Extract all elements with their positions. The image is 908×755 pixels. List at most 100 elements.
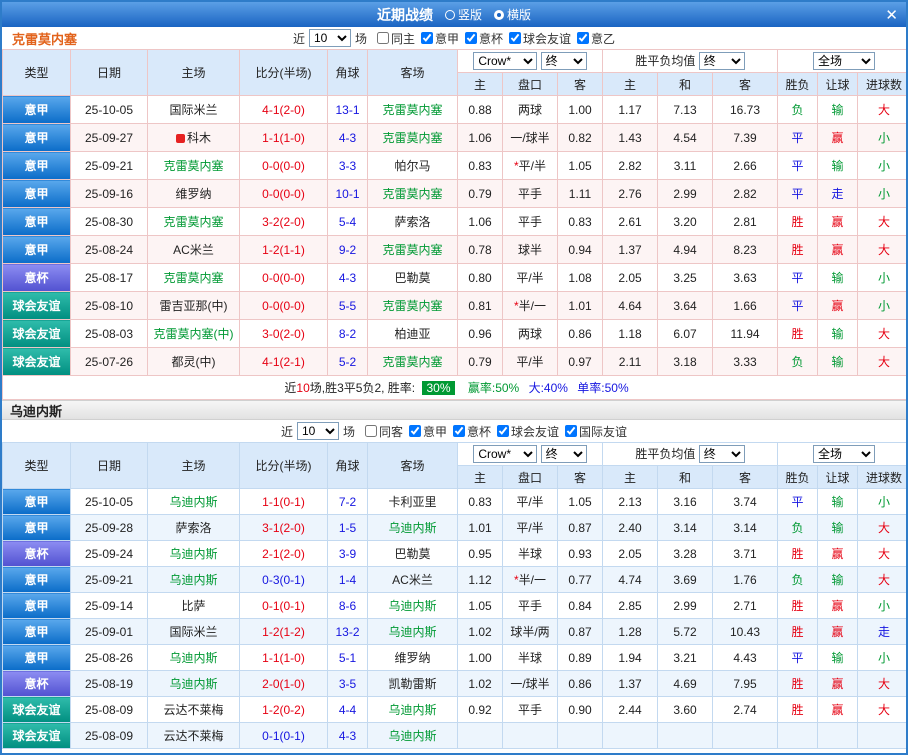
away-team-cell[interactable]: 克雷莫内塞 xyxy=(367,235,458,264)
home-team-cell[interactable]: 科木 xyxy=(147,123,240,152)
away-team-cell[interactable]: 凯勒雷斯 xyxy=(367,670,458,697)
away-team-cell[interactable]: 卡利亚里 xyxy=(367,488,458,515)
odds-company-select[interactable]: Crow* xyxy=(473,52,538,70)
filter-checkbox-item[interactable]: 意甲 xyxy=(408,423,447,440)
home-team-cell[interactable]: 云达不莱梅 xyxy=(147,696,240,723)
avg-away-odds: 3.63 xyxy=(712,263,779,292)
match-row: 球会友谊 25-08-03 克雷莫内塞(中) 3-0(2-0) 8-2 柏迪亚 0.96 两球… xyxy=(2,319,906,348)
home-team-cell[interactable]: 乌迪内斯 xyxy=(147,540,240,567)
away-team-cell[interactable]: 克雷莫内塞 xyxy=(367,179,458,208)
match-row: 意甲 25-09-27 科木 1-1(1-0) 4-3 克雷莫内塞 1.06 一/球半 0.82… xyxy=(2,123,906,152)
home-team-cell[interactable]: AC米兰 xyxy=(147,235,240,264)
filter-checkbox-item[interactable]: 意杯 xyxy=(465,30,503,47)
away-team-cell[interactable]: 乌迪内斯 xyxy=(367,722,458,749)
team-icon xyxy=(175,134,185,144)
radio-selected-icon xyxy=(494,9,504,20)
away-team-cell[interactable]: 克雷莫内塞 xyxy=(367,347,458,376)
filter-checkbox[interactable] xyxy=(565,425,578,437)
home-team-cell[interactable]: 克雷莫内塞 xyxy=(147,207,240,236)
handicap-result-subheader: 让球 xyxy=(817,72,859,96)
result-handicap: 赢 xyxy=(817,540,859,567)
home-team-cell[interactable]: 比萨 xyxy=(147,592,240,619)
filter-checkbox-item[interactable]: 意甲 xyxy=(420,30,459,47)
recent-count-select[interactable]: 10 xyxy=(296,422,339,440)
layout-radio-horizontal[interactable]: 横版 xyxy=(494,6,531,23)
filter-checkbox[interactable] xyxy=(376,32,389,44)
filter-checkbox[interactable] xyxy=(465,32,477,44)
away-team-cell[interactable]: 乌迪内斯 xyxy=(367,514,458,541)
matches-table: 类型 日期 主场 比分(半场) 角球 客场 Crow* 终 胜平负均值 终 全场… xyxy=(2,49,906,400)
avg-home-odds: 2.11 xyxy=(602,347,659,376)
home-team-cell[interactable]: 都灵(中) xyxy=(147,347,240,376)
filter-checkbox[interactable] xyxy=(497,425,510,437)
avg-home-odds xyxy=(602,722,659,749)
close-icon[interactable]: ✕ xyxy=(885,6,898,24)
handicap-final-select[interactable]: 终 xyxy=(540,52,587,70)
avg-final-select[interactable]: 终 xyxy=(698,52,745,70)
scope-select[interactable]: 全场 xyxy=(813,52,876,70)
away-team-cell[interactable]: 巴勒莫 xyxy=(367,540,458,567)
home-team-cell[interactable]: 萨索洛 xyxy=(147,514,240,541)
avg-final-select[interactable]: 终 xyxy=(698,445,745,463)
filter-checkbox[interactable] xyxy=(408,425,421,437)
away-team-cell[interactable]: 克雷莫内塞 xyxy=(367,123,458,152)
away-team-cell[interactable]: 克雷莫内塞 xyxy=(367,95,458,124)
away-team-cell[interactable]: 乌迪内斯 xyxy=(367,618,458,645)
home-team-cell[interactable]: 克雷莫内塞 xyxy=(147,151,240,180)
filter-checkbox-item[interactable]: 球会友谊 xyxy=(509,30,571,47)
filter-checkbox[interactable] xyxy=(420,32,433,44)
near-label: 近 xyxy=(280,424,293,439)
home-team-cell[interactable]: 国际米兰 xyxy=(147,618,240,645)
result-wdl: 胜 xyxy=(777,319,819,348)
filter-checkbox[interactable] xyxy=(364,425,377,437)
filter-checkbox-item[interactable]: 同客 xyxy=(364,423,403,440)
home-team-cell[interactable]: 乌迪内斯 xyxy=(147,644,240,671)
match-date: 25-10-05 xyxy=(70,95,148,124)
away-team-cell[interactable]: 柏迪亚 xyxy=(367,319,458,348)
avg-draw-odds: 3.18 xyxy=(657,347,714,376)
away-team-name: 克雷莫内塞 xyxy=(382,299,443,313)
match-row: 球会友谊 25-07-26 都灵(中) 4-1(2-1) 5-2 克雷莫内塞 0.79 平/半… xyxy=(2,347,906,376)
handicap-home-subheader: 主 xyxy=(457,72,503,96)
scope-select[interactable]: 全场 xyxy=(813,445,876,463)
away-team-cell[interactable]: 萨索洛 xyxy=(367,207,458,236)
away-team-cell[interactable]: 巴勒莫 xyxy=(367,263,458,292)
home-team-cell[interactable]: 雷吉亚那(中) xyxy=(147,291,240,320)
layout-radio-vertical[interactable]: 竖版 xyxy=(444,6,482,23)
filter-checkbox-item[interactable]: 意杯 xyxy=(453,423,491,440)
result-goals: 小 xyxy=(857,263,906,292)
home-team-cell[interactable]: 克雷莫内塞 xyxy=(147,263,240,292)
home-team-cell[interactable]: 维罗纳 xyxy=(147,179,240,208)
handicap-line: 平/半 xyxy=(502,488,558,515)
filter-checkbox[interactable] xyxy=(453,425,465,437)
away-team-cell[interactable]: 乌迪内斯 xyxy=(367,592,458,619)
home-team-cell[interactable]: 乌迪内斯 xyxy=(147,566,240,593)
filter-checkbox[interactable] xyxy=(509,32,522,44)
recent-count-select[interactable]: 10 xyxy=(308,29,351,47)
home-team-cell[interactable]: 乌迪内斯 xyxy=(147,488,240,515)
score: 0-0(0-0) xyxy=(239,179,328,208)
filter-checkbox-item[interactable]: 同主 xyxy=(376,30,415,47)
handicap-final-select[interactable]: 终 xyxy=(540,445,587,463)
away-team-cell[interactable]: 维罗纳 xyxy=(367,644,458,671)
avg-home-odds: 2.05 xyxy=(602,540,659,567)
away-team-cell[interactable]: 乌迪内斯 xyxy=(367,696,458,723)
away-team-cell[interactable]: AC米兰 xyxy=(367,566,458,593)
odds-company-select[interactable]: Crow* xyxy=(473,445,538,463)
home-team-cell[interactable]: 国际米兰 xyxy=(147,95,240,124)
away-team-cell[interactable]: 克雷莫内塞 xyxy=(367,291,458,320)
avg-home-odds: 2.05 xyxy=(602,263,659,292)
avg-away-odds: 16.73 xyxy=(712,95,779,124)
corner-score: 5-4 xyxy=(327,207,368,236)
filter-checkbox-item[interactable]: 国际友谊 xyxy=(565,423,627,440)
filter-checkbox-item[interactable]: 意乙 xyxy=(577,30,615,47)
filter-checkbox-item[interactable]: 球会友谊 xyxy=(497,423,559,440)
home-team-cell[interactable]: 乌迪内斯 xyxy=(147,670,240,697)
away-team-cell[interactable]: 帕尔马 xyxy=(367,151,458,180)
home-team-cell[interactable]: 克雷莫内塞(中) xyxy=(147,319,240,348)
home-team-cell[interactable]: 云达不莱梅 xyxy=(147,722,240,749)
filter-checkbox[interactable] xyxy=(577,32,590,44)
league-badge: 意杯 xyxy=(2,263,71,292)
handicap-line: 平/半 xyxy=(502,514,558,541)
result-goals: 小 xyxy=(857,592,906,619)
